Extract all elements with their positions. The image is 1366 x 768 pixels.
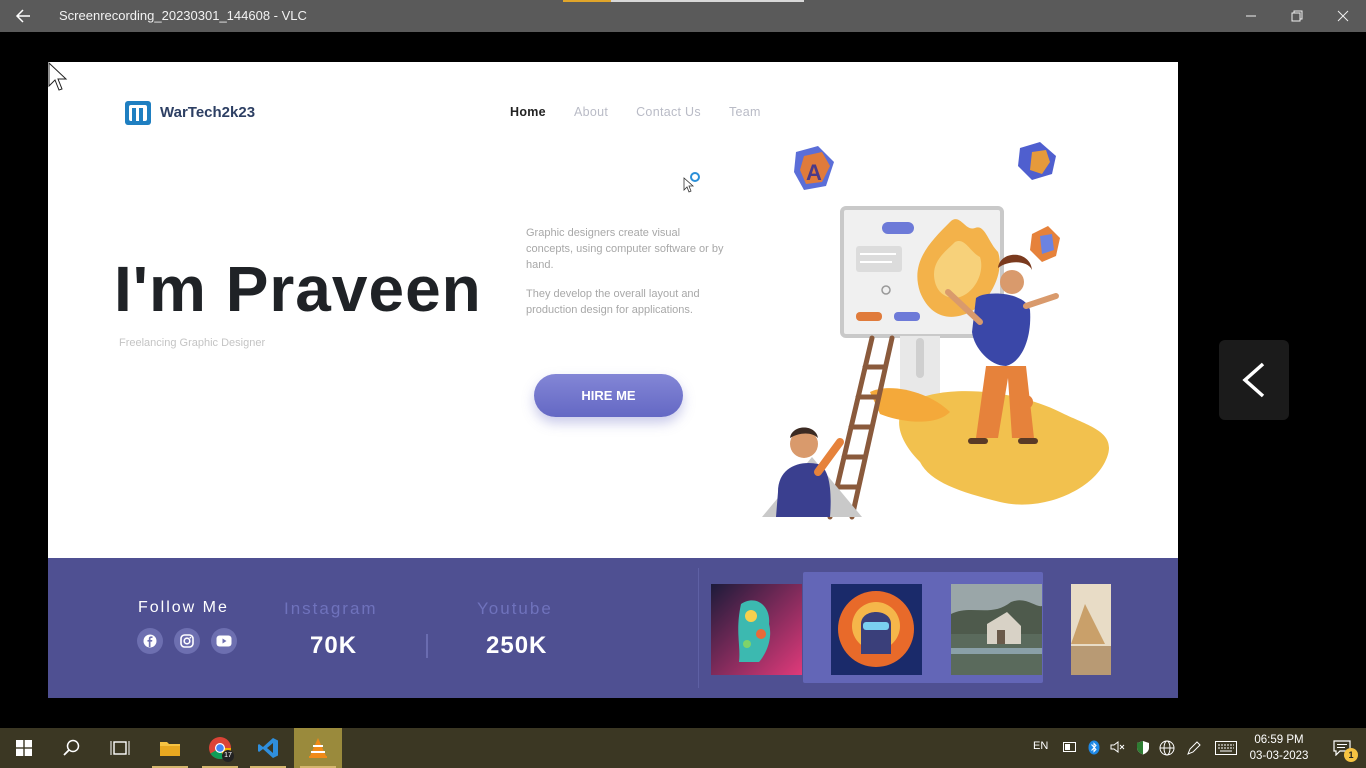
search-button[interactable]	[48, 728, 96, 768]
busy-cursor-icon	[683, 172, 700, 193]
gallery-image-2[interactable]	[831, 584, 922, 675]
close-button[interactable]	[1320, 0, 1366, 32]
nav-home[interactable]: Home	[510, 105, 546, 119]
hero-name: I'm Praveen	[114, 253, 482, 325]
youtube-count: 250K	[486, 632, 548, 659]
vlc-title-bar: Screenrecording_20230301_144608 - VLC	[0, 0, 1366, 32]
stats-divider	[426, 634, 428, 658]
clock-date: 03-03-2023	[1249, 750, 1309, 762]
vlc-icon	[309, 738, 327, 758]
windows-logo-icon	[16, 740, 32, 756]
video-frame-website: WarTech2k23 Home About Contact Us Team I…	[48, 62, 1178, 698]
logo-text: WarTech2k23	[160, 103, 256, 121]
system-clock[interactable]: 06:59 PM 03-03-2023	[1248, 732, 1310, 764]
security-shield-icon[interactable]	[1136, 740, 1150, 755]
clock-time: 06:59 PM	[1254, 734, 1304, 746]
chrome-button[interactable]: 17	[196, 728, 244, 768]
image-gallery	[698, 568, 1111, 688]
pen-icon[interactable]	[1186, 740, 1202, 756]
battery-icon[interactable]	[1063, 742, 1077, 752]
notification-count: 1	[1344, 748, 1358, 762]
nav-contact-us[interactable]: Contact Us	[636, 105, 701, 119]
youtube-icon[interactable]	[211, 628, 237, 654]
social-stats-band: Follow Me Instagram 70K Youtube 250K	[48, 558, 1178, 698]
gallery-image-1[interactable]	[711, 584, 802, 675]
title-accent-bar-secondary	[611, 0, 804, 2]
window-title: Screenrecording_20230301_144608 - VLC	[59, 8, 307, 23]
folder-icon	[160, 742, 180, 756]
site-nav: Home About Contact Us Team	[510, 105, 761, 119]
cube-top-right-icon	[1018, 142, 1056, 180]
hero-subtitle: Freelancing Graphic Designer	[119, 337, 266, 349]
designer-illustration: A	[762, 142, 1109, 520]
vlc-button[interactable]	[294, 728, 342, 768]
follow-me-label: Follow Me	[138, 599, 229, 616]
notifications-button[interactable]: 1	[1318, 728, 1366, 768]
keyboard-icon[interactable]	[1215, 741, 1237, 755]
description-2: They develop the overall layout and prod…	[526, 288, 700, 316]
logo-mark-icon	[125, 101, 151, 125]
instagram-count: 70K	[310, 632, 358, 659]
minimize-button[interactable]	[1228, 0, 1274, 32]
bluetooth-icon[interactable]	[1088, 740, 1100, 755]
gallery-image-4[interactable]	[1071, 584, 1111, 675]
side-back-button[interactable]	[1219, 340, 1289, 420]
cube-a-icon: A	[794, 146, 834, 190]
youtube-label: Youtube	[477, 599, 553, 618]
file-explorer-button[interactable]	[146, 728, 194, 768]
nav-team[interactable]: Team	[729, 105, 761, 119]
chrome-badge: 17	[222, 750, 234, 762]
start-button[interactable]	[0, 728, 48, 768]
mouse-pointer-icon	[48, 62, 68, 91]
site-logo[interactable]: WarTech2k23	[124, 98, 255, 126]
social-icons	[137, 628, 237, 654]
network-globe-icon[interactable]	[1159, 740, 1175, 756]
language-indicator[interactable]: EN	[1033, 740, 1048, 752]
search-icon	[63, 739, 80, 756]
gallery-image-3[interactable]	[951, 584, 1042, 675]
restore-button[interactable]	[1274, 0, 1320, 32]
hire-me-button[interactable]: HIRE ME	[534, 374, 683, 417]
chevron-left-icon	[1242, 362, 1265, 398]
task-view-button[interactable]	[96, 728, 144, 768]
task-view-icon	[110, 741, 130, 755]
vscode-icon	[258, 738, 278, 758]
nav-about[interactable]: About	[574, 105, 608, 119]
title-accent-bar	[563, 0, 611, 2]
facebook-icon[interactable]	[137, 628, 163, 654]
instagram-icon[interactable]	[174, 628, 200, 654]
svg-text:A: A	[806, 160, 822, 185]
vscode-button[interactable]	[244, 728, 292, 768]
cube-right-icon	[1030, 226, 1060, 262]
back-arrow-icon[interactable]	[12, 6, 36, 26]
instagram-label: Instagram	[284, 599, 378, 618]
description-1: Graphic designers create visual concepts…	[526, 227, 724, 271]
windows-taskbar: 17 EN 06:59 PM 03-03-2023 1	[0, 728, 1366, 768]
volume-muted-icon[interactable]	[1110, 740, 1126, 754]
